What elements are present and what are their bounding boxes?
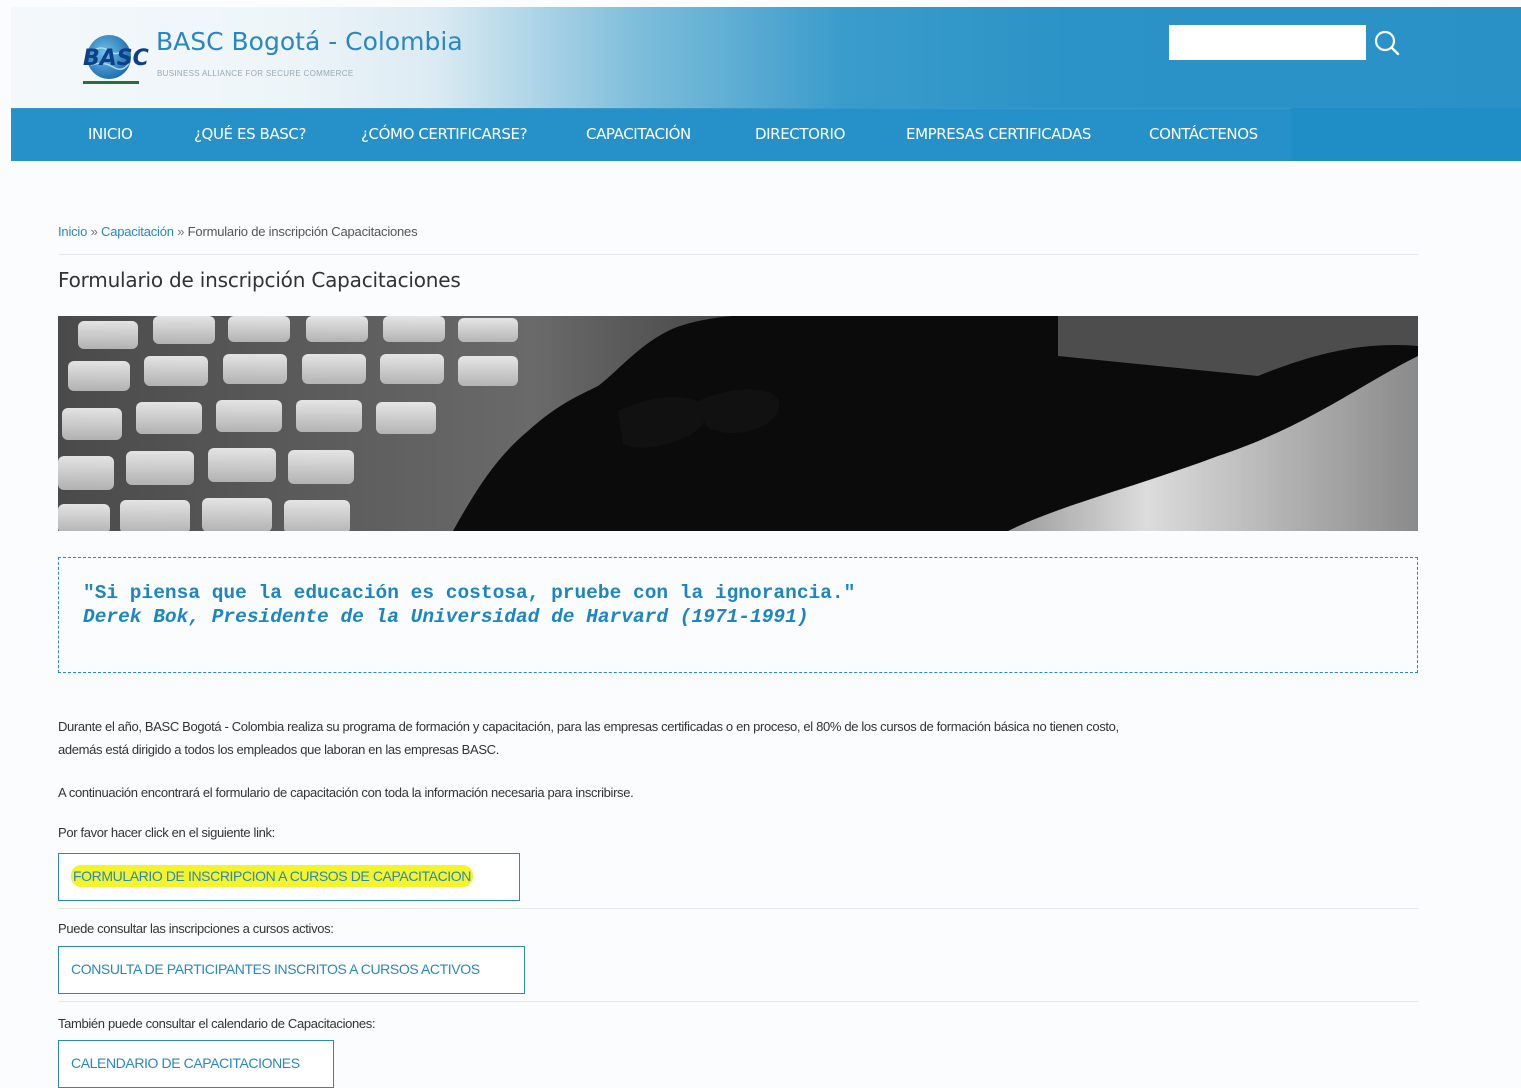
form-inscription-link[interactable]: FORMULARIO DE INSCRIPCION A CURSOS DE CA… bbox=[58, 853, 520, 901]
search-input[interactable] bbox=[1169, 25, 1366, 60]
breadcrumb-separator: » bbox=[177, 224, 185, 239]
quote-text: "Si piensa que la educación es costosa, … bbox=[83, 582, 856, 604]
breadcrumb-home-link[interactable]: Inicio bbox=[58, 224, 87, 239]
click-prompt-text: Por favor hacer click en el siguiente li… bbox=[58, 825, 275, 840]
form-info-text: A continuación encontrará el formulario … bbox=[58, 785, 634, 800]
page-root: BASC BASC Bogotá - Colombia BUSINESS ALL… bbox=[0, 0, 1521, 1088]
consult-participants-link[interactable]: CONSULTA DE PARTICIPANTES INSCRITOS A CU… bbox=[58, 946, 525, 994]
page-title: Formulario de inscripción Capacitaciones bbox=[58, 268, 461, 292]
breadcrumb-current: Formulario de inscripción Capacitaciones bbox=[187, 224, 418, 239]
divider bbox=[58, 254, 1418, 255]
nav-item-que-es-basc[interactable]: ¿QUÉ ES BASC? bbox=[194, 108, 306, 161]
nav-item-empresas-certificadas[interactable]: EMPRESAS CERTIFICADAS bbox=[906, 108, 1091, 161]
nav-item-directorio[interactable]: DIRECTORIO bbox=[755, 108, 845, 161]
search-icon bbox=[1374, 30, 1400, 56]
consult-prompt-text: Puede consultar las inscripciones a curs… bbox=[58, 921, 334, 936]
quote-author: Derek Bok, Presidente de la Universidad … bbox=[83, 606, 809, 628]
breadcrumb-section-link[interactable]: Capacitación bbox=[101, 224, 174, 239]
calendar-prompt-text: También puede consultar el calendario de… bbox=[58, 1016, 376, 1031]
nav-item-inicio[interactable]: INICIO bbox=[88, 108, 133, 161]
divider bbox=[58, 908, 1418, 909]
form-link-label: FORMULARIO DE INSCRIPCION A CURSOS DE CA… bbox=[71, 865, 473, 887]
site-header: BASC BASC Bogotá - Colombia BUSINESS ALL… bbox=[11, 7, 1521, 108]
nav-bar: INICIO ¿QUÉ ES BASC? ¿CÓMO CERTIFICARSE?… bbox=[11, 108, 1291, 161]
logo-text: BASC bbox=[83, 46, 149, 71]
nav-item-capacitacion[interactable]: CAPACITACIÓN bbox=[586, 108, 691, 161]
main-nav: INICIO ¿QUÉ ES BASC? ¿CÓMO CERTIFICARSE?… bbox=[11, 108, 1521, 161]
basc-logo[interactable]: BASC bbox=[79, 25, 149, 87]
breadcrumb-separator: » bbox=[90, 224, 98, 239]
calendar-link[interactable]: CALENDARIO DE CAPACITACIONES bbox=[58, 1040, 334, 1088]
breadcrumb: Inicio » Capacitación » Formulario de in… bbox=[58, 224, 418, 239]
nav-item-contactenos[interactable]: CONTÁCTENOS bbox=[1149, 108, 1258, 161]
banner-image bbox=[58, 316, 1418, 531]
quote-box: "Si piensa que la educación es costosa, … bbox=[58, 557, 1418, 673]
search-button[interactable] bbox=[1371, 27, 1403, 59]
keyboard-hand-image bbox=[58, 316, 1418, 531]
site-title[interactable]: BASC Bogotá - Colombia bbox=[156, 27, 463, 56]
nav-item-como-certificarse[interactable]: ¿CÓMO CERTIFICARSE? bbox=[361, 108, 528, 161]
intro-paragraph-line2: además está dirigido a todos los emplead… bbox=[58, 742, 499, 757]
intro-paragraph-line1: Durante el año, BASC Bogotá - Colombia r… bbox=[58, 719, 1119, 734]
divider bbox=[58, 1001, 1418, 1002]
site-subtitle: BUSINESS ALLIANCE FOR SECURE COMMERCE bbox=[157, 69, 354, 78]
